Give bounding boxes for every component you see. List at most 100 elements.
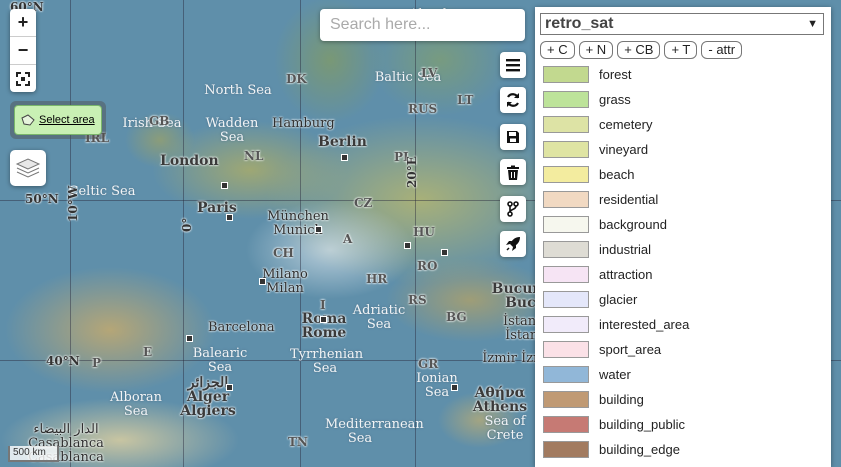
- legend-item[interactable]: grass: [543, 87, 689, 112]
- legend-swatch: [543, 216, 589, 233]
- map-label-country: E: [143, 345, 153, 359]
- layers-button[interactable]: [10, 150, 46, 186]
- legend-label: forest: [599, 67, 632, 82]
- map-label-label: Barcelona: [208, 320, 275, 335]
- remove-attr-button[interactable]: - attr: [701, 41, 743, 59]
- add-cb-button[interactable]: + CB: [617, 41, 661, 59]
- delete-button[interactable]: [500, 159, 526, 185]
- select-area-button[interactable]: Select area: [14, 105, 102, 135]
- legend-label: interested_area: [599, 317, 690, 332]
- fullscreen-button[interactable]: [10, 65, 36, 92]
- map-label-sea: Alboran Sea: [109, 390, 163, 419]
- legend-swatch: [543, 166, 589, 183]
- save-button[interactable]: [500, 124, 526, 150]
- add-c-button[interactable]: + C: [540, 41, 575, 59]
- legend-item[interactable]: industrial: [543, 237, 689, 262]
- legend-label: water: [599, 367, 631, 382]
- map-label-sea: Tyrrhenian Sea: [290, 347, 364, 376]
- map-label-label: Hamburg: [272, 116, 335, 131]
- map-label-sea: Sea of Crete: [484, 414, 526, 443]
- city-marker-icon: [441, 249, 448, 256]
- legend-item[interactable]: sport_area: [543, 337, 689, 362]
- legend-item[interactable]: glacier: [543, 287, 689, 312]
- legend-item[interactable]: building_public: [543, 412, 689, 437]
- legend-swatch: [543, 191, 589, 208]
- dropdown-arrow-icon: ▼: [807, 18, 818, 30]
- legend-label: sport_area: [599, 342, 662, 357]
- add-t-button[interactable]: + T: [664, 41, 698, 59]
- legend-list: forest grass cemetery vineyard beach resident…: [543, 62, 689, 462]
- map-label-country: CZ: [354, 196, 373, 210]
- scale-bar: 500 km: [8, 446, 59, 462]
- legend-swatch: [543, 416, 589, 433]
- launch-button[interactable]: [500, 231, 526, 257]
- legend-item[interactable]: water: [543, 362, 689, 387]
- legend-label: building_public: [599, 417, 686, 432]
- map-label-sea: Balearic Sea: [192, 346, 248, 375]
- map-label-country: CH: [273, 246, 294, 260]
- map-label-country: RO: [417, 259, 438, 273]
- legend-item[interactable]: building_edge: [543, 437, 689, 462]
- legend-label: building_edge: [599, 442, 680, 457]
- refresh-button[interactable]: [500, 87, 526, 113]
- add-n-button[interactable]: + N: [578, 41, 614, 59]
- search-input[interactable]: [328, 9, 522, 41]
- city-marker-icon: [226, 214, 233, 221]
- map-label-label: München Munich: [267, 209, 329, 238]
- legend-label: background: [599, 217, 667, 232]
- map-label-sea: North Sea: [204, 83, 272, 98]
- style-select[interactable]: retro_sat ▼: [540, 13, 824, 35]
- map-label-country: HR: [366, 272, 388, 286]
- legend-item[interactable]: beach: [543, 162, 689, 187]
- polygon-icon: [21, 114, 35, 126]
- menu-button[interactable]: [500, 52, 526, 78]
- zoom-in-button[interactable]: +: [10, 9, 36, 37]
- map-label-sea: Wadden Sea: [205, 116, 259, 145]
- fork-button[interactable]: [500, 196, 526, 222]
- map-label-country: LT: [457, 93, 474, 107]
- map-label-country: A: [343, 232, 353, 246]
- city-marker-icon: [320, 316, 327, 323]
- map-label-coord: 50°N: [25, 192, 59, 206]
- zoom-control: + −: [10, 9, 36, 92]
- map-label-coord: 10°W: [66, 185, 80, 222]
- legend-item[interactable]: building: [543, 387, 689, 412]
- legend-item[interactable]: forest: [543, 62, 689, 87]
- rocket-icon: [506, 237, 520, 251]
- map-label-country: P: [92, 356, 102, 370]
- legend-item[interactable]: attraction: [543, 262, 689, 287]
- map-label-city: الجزائر Alger Algiers: [180, 375, 236, 419]
- map-label-sea: Mediterranean Sea: [325, 417, 424, 446]
- map-label-country: RUS: [408, 102, 438, 116]
- style-legend-panel: retro_sat ▼ + C + N + CB + T - attr fore…: [535, 7, 831, 467]
- legend-swatch: [543, 91, 589, 108]
- map-label-label: Milano Milan: [262, 267, 308, 296]
- menu-icon: [506, 59, 520, 72]
- legend-label: grass: [599, 92, 631, 107]
- legend-item[interactable]: cemetery: [543, 112, 689, 137]
- graticule-line: [70, 0, 71, 467]
- map-label-coord: 0°: [180, 217, 194, 232]
- legend-item[interactable]: interested_area: [543, 312, 689, 337]
- city-marker-icon: [221, 182, 228, 189]
- refresh-icon: [506, 93, 520, 107]
- fullscreen-icon: [16, 71, 30, 86]
- zoom-out-button[interactable]: −: [10, 37, 36, 65]
- city-marker-icon: [186, 335, 193, 342]
- legend-item[interactable]: vineyard: [543, 137, 689, 162]
- city-marker-icon: [315, 226, 322, 233]
- city-marker-icon: [259, 278, 266, 285]
- city-marker-icon: [341, 154, 348, 161]
- legend-swatch: [543, 316, 589, 333]
- legend-item[interactable]: residential: [543, 187, 689, 212]
- legend-item[interactable]: background: [543, 212, 689, 237]
- legend-swatch: [543, 441, 589, 458]
- legend-label: cemetery: [599, 117, 653, 132]
- legend-swatch: [543, 341, 589, 358]
- map-label-country: NL: [244, 149, 264, 163]
- map-label-country: BG: [446, 310, 467, 324]
- map-label-country: TN: [288, 435, 308, 449]
- legend-swatch: [543, 66, 589, 83]
- city-marker-icon: [451, 384, 458, 391]
- map-label-country: GB: [149, 114, 170, 128]
